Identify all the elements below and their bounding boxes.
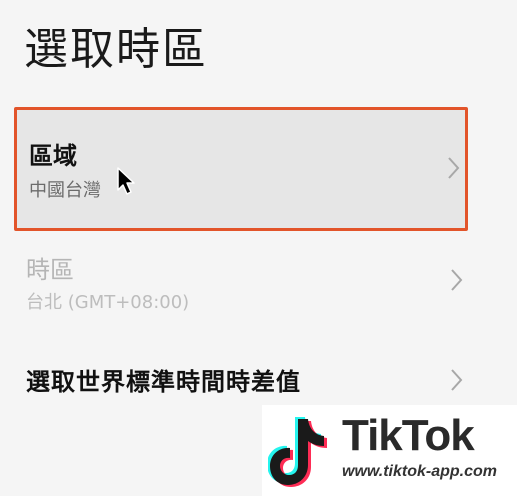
tiktok-brand-text: TikTok [342, 411, 475, 460]
timezone-title: 時區 [26, 256, 74, 284]
tiktok-logo-icon [267, 413, 328, 489]
chevron-right-icon [443, 154, 463, 182]
region-value: 中國台灣 [29, 180, 101, 201]
region-title: 區域 [29, 142, 77, 170]
region-setting-row[interactable]: 區域 中國台灣 [14, 107, 468, 231]
gmt-offset-title: 選取世界標準時間時差值 [26, 368, 301, 396]
tiktok-url-text: www.tiktok-app.com [342, 463, 497, 480]
timezone-value: 台北 (GMT+08:00) [26, 292, 190, 313]
tiktok-watermark: TikTok www.tiktok-app.com [262, 405, 517, 496]
chevron-right-icon [446, 266, 466, 294]
page-title: 選取時區 [24, 24, 208, 75]
chevron-right-icon [446, 366, 466, 394]
mouse-pointer-icon [116, 166, 138, 196]
